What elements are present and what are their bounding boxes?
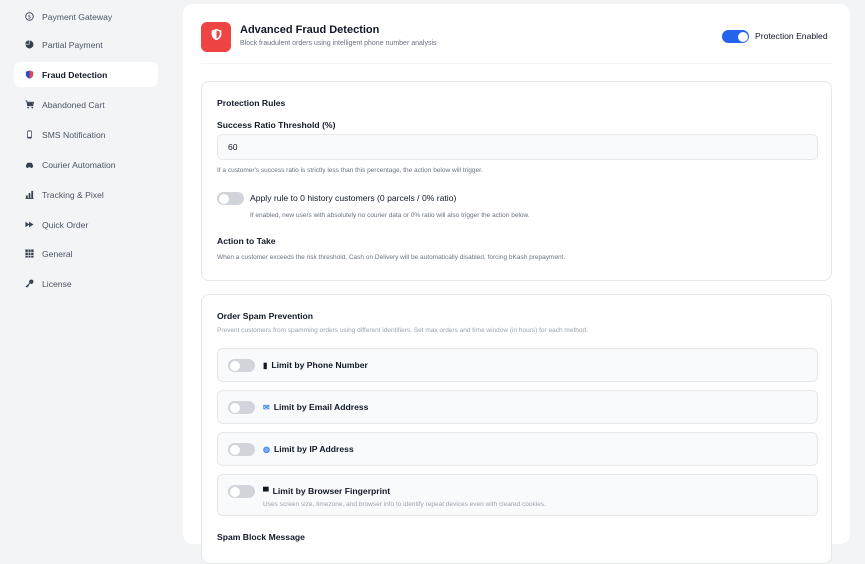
limit-email-label: Limit by Email Address [273,402,369,412]
sidebar-item-fraud-detection[interactable]: Fraud Detection [14,62,158,87]
threshold-label: Success Ratio Threshold (%) [217,120,336,130]
header-divider [201,63,832,64]
sidebar-item-partial-payment[interactable]: Partial Payment [14,32,158,57]
shield-icon [210,28,223,46]
spam-block-message-label: Spam Block Message [217,532,305,542]
sidebar-item-tracking-pixel[interactable]: Tracking & Pixel [14,182,158,207]
protection-toggle[interactable] [722,30,749,43]
pie-chart-icon [25,40,34,49]
sidebar-item-label: License [42,278,72,289]
threshold-input[interactable]: 60 [217,134,818,160]
protection-status-label: Protection Enabled [755,31,828,41]
zero-history-toggle[interactable] [217,192,244,205]
email-icon: ✉ [263,402,270,412]
fast-forward-icon [25,220,34,229]
zero-history-label: Apply rule to 0 history customers (0 par… [250,193,457,203]
limit-phone-label: Limit by Phone Number [271,360,368,370]
main-panel: Advanced Fraud Detection Block fraudulen… [183,4,850,564]
sidebar-item-label: General [42,248,73,259]
dollar-circle-icon: $ [25,12,34,21]
sidebar-item-label: Fraud Detection [42,69,108,80]
limit-fingerprint-label: Limit by Browser Fingerprint [272,486,391,496]
sidebar-item-quick-order[interactable]: Quick Order [14,212,158,237]
shield-icon [25,70,34,79]
fraud-shield-badge [201,22,231,52]
sidebar-item-label: Quick Order [42,219,89,230]
sidebar-item-label: Partial Payment [42,39,103,50]
sidebar-item-general[interactable]: General [14,241,158,266]
sidebar-item-courier-automation[interactable]: Courier Automation [14,152,158,177]
action-title: Action to Take [217,236,276,246]
sidebar-item-label: Abandoned Cart [42,99,105,110]
sidebar-item-license[interactable]: License [14,271,158,296]
sidebar-item-label: SMS Notification [42,129,106,140]
section-description: Prevent customers from spamming orders u… [217,327,588,334]
spam-prevention-card: Order Spam Prevention Prevent customers … [201,294,832,564]
sidebar-item-label: Courier Automation [42,159,116,170]
limit-ip-label: Limit by IP Address [273,444,354,454]
globe-icon: ◍ [263,444,270,454]
limit-email-row: ✉ Limit by Email Address [217,390,818,424]
limit-ip-row: ◍ Limit by IP Address [217,432,818,466]
sidebar-item-payment-gateway[interactable]: $ Payment Gateway [14,4,158,29]
sidebar-item-sms-notification[interactable]: SMS Notification [14,122,158,147]
phone-icon [25,130,34,139]
page-title: Advanced Fraud Detection [240,24,380,36]
threshold-help: If a customer's success ratio is strictl… [217,167,483,174]
protection-rules-card: Protection Rules Success Ratio Threshold… [201,81,832,281]
sidebar: $ Payment Gateway Partial Payment Fraud … [0,0,172,539]
grid-icon [25,249,34,258]
page-subtitle: Block fraudulent orders using intelligen… [240,40,437,47]
monitor-icon: ▀ [263,486,269,496]
limit-fingerprint-toggle[interactable] [228,485,255,498]
limit-ip-toggle[interactable] [228,443,255,456]
limit-fingerprint-row: ▀ Limit by Browser Fingerprint Uses scree… [217,474,818,516]
limit-phone-row: ▮ Limit by Phone Number [217,348,818,382]
key-icon [25,279,34,288]
sidebar-item-label: Tracking & Pixel [42,189,104,200]
bar-chart-icon [25,190,34,199]
svg-text:$: $ [28,15,31,21]
limit-fingerprint-help: Uses screen size, timezone, and browser … [263,501,546,508]
mobile-phone-icon: ▮ [263,360,268,370]
car-icon [25,160,34,169]
section-title: Protection Rules [217,98,286,108]
limit-email-toggle[interactable] [228,401,255,414]
cart-icon [25,100,34,109]
limit-phone-toggle[interactable] [228,359,255,372]
sidebar-item-label: Payment Gateway [42,11,113,22]
action-help: When a customer exceeds the risk thresho… [217,254,566,261]
section-title: Order Spam Prevention [217,311,313,321]
zero-history-help: If enabled, new users with absolutely no… [250,212,530,219]
sidebar-item-abandoned-cart[interactable]: Abandoned Cart [14,92,158,117]
